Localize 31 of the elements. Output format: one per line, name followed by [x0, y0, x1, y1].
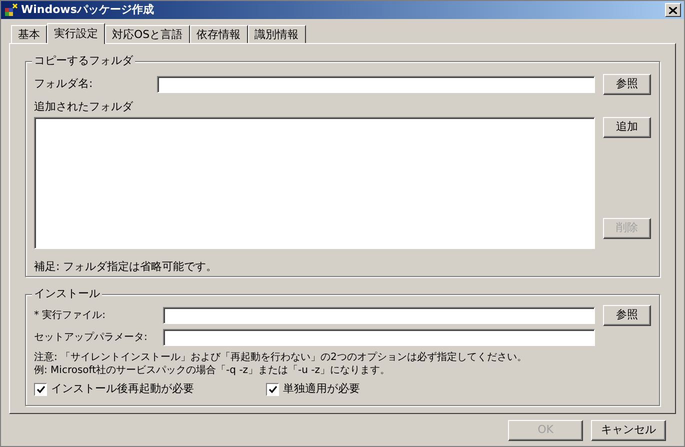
- push-button[interactable]: 追加: [603, 117, 651, 138]
- field-label: フォルダ名:: [34, 76, 94, 92]
- tab[interactable]: 基本: [11, 25, 47, 43]
- tab[interactable]: 識別情報: [248, 25, 306, 43]
- field-label: セットアップパラメータ:: [34, 330, 148, 345]
- app-icon: [4, 3, 18, 17]
- tab[interactable]: 実行設定: [47, 23, 105, 44]
- check-icon: [268, 386, 276, 393]
- note-text: 補足: フォルダ指定は省略可能です。: [34, 259, 218, 275]
- input-field[interactable]: [157, 76, 595, 92]
- group-legend: コピーするフォルダ: [32, 54, 135, 68]
- close-button[interactable]: [665, 3, 681, 17]
- input-field[interactable]: [163, 307, 595, 324]
- list-label: 追加されたフォルダ: [34, 100, 134, 114]
- input-field[interactable]: [163, 329, 595, 346]
- tab[interactable]: 対応OSと言語: [105, 25, 190, 43]
- note-text: 注意: 「サイレントインストール」および「再起動を行わない」の2つのオプションは必ず指定してください。: [34, 351, 528, 364]
- close-icon: [669, 6, 677, 14]
- push-button[interactable]: キャンセル: [591, 420, 666, 441]
- checkbox-label: 単独適用が必要: [283, 381, 360, 397]
- push-button[interactable]: 参照: [603, 74, 651, 94]
- note-text: 例: Microsoft社のサービスパックの場合「-q -z」または「-u -z」になります。: [34, 364, 392, 377]
- field-label: * 実行ファイル:: [34, 308, 107, 323]
- tab[interactable]: 依存情報: [190, 25, 248, 43]
- checkbox[interactable]: [266, 382, 279, 396]
- checkbox[interactable]: [34, 382, 47, 396]
- push-button[interactable]: 参照: [603, 305, 651, 326]
- window-title: Windowsパッケージ作成: [21, 2, 155, 18]
- group-legend: インストール: [32, 287, 102, 301]
- check-icon: [36, 386, 44, 393]
- checkbox-label: インストール後再起動が必要: [51, 381, 194, 397]
